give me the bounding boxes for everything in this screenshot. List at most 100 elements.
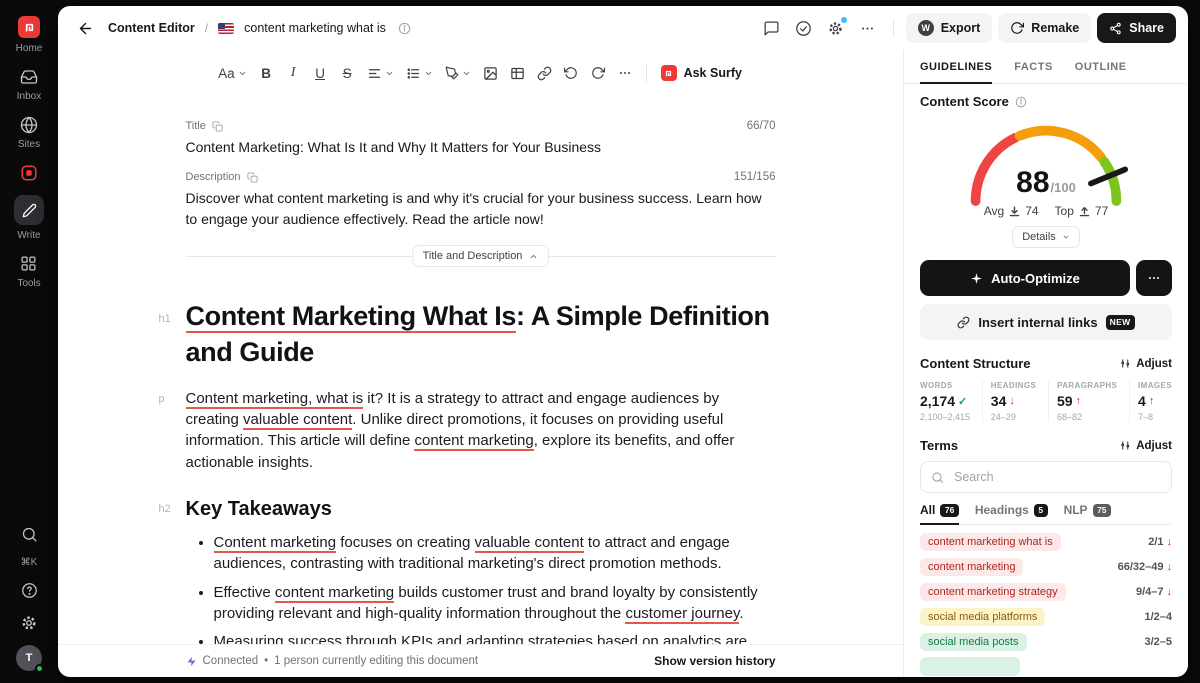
breadcrumb-separator: / — [205, 21, 208, 35]
align-dropdown[interactable] — [362, 60, 399, 86]
highlighted-term: valuable content — [475, 534, 584, 553]
tab-guidelines[interactable]: GUIDELINES — [920, 50, 992, 83]
editor-main: Aa B I U S — [58, 50, 903, 677]
editor-block-h1[interactable]: h1Content Marketing What Is: A Simple De… — [186, 299, 776, 371]
sidebar-item-write[interactable]: Write — [14, 195, 44, 241]
strikethrough-button[interactable]: S — [335, 60, 360, 86]
collapse-title-description-button[interactable]: Title and Description — [412, 245, 550, 267]
remake-button[interactable]: Remake — [998, 13, 1091, 43]
details-button[interactable]: Details — [1012, 226, 1080, 248]
image-icon — [483, 66, 498, 81]
term-row[interactable]: social media posts3/2–5 — [920, 629, 1172, 654]
settings-gear-icon[interactable] — [20, 613, 39, 632]
align-left-icon — [367, 66, 382, 81]
footer-bullet: • — [264, 655, 268, 667]
command-k-shortcut[interactable]: ⌘K — [21, 557, 38, 568]
ask-surfy-button[interactable]: Ask Surfy — [655, 65, 748, 81]
tab-facts[interactable]: FACTS — [1014, 50, 1053, 83]
more-icon[interactable] — [855, 15, 881, 41]
stat-value: 59↑ — [1057, 393, 1117, 409]
term-tab-all[interactable]: All 76 — [920, 503, 959, 524]
meta-description-text[interactable]: Discover what content marketing is and w… — [186, 188, 776, 230]
help-icon[interactable] — [20, 581, 39, 600]
copy-icon[interactable] — [212, 121, 223, 132]
term-pill[interactable]: content marketing strategy — [920, 583, 1066, 601]
info-icon[interactable] — [1015, 96, 1027, 108]
editor-scroll-area[interactable]: Title 66/70 Content Marketing: What Is I… — [58, 96, 903, 644]
sidebar-item-tools[interactable]: Tools — [17, 254, 40, 289]
term-tab-count: 75 — [1093, 504, 1111, 517]
sidebar-item-inbox[interactable]: Inbox — [17, 67, 41, 102]
editor-block-p[interactable]: pContent marketing, what is it? It is a … — [186, 388, 776, 473]
top-label: Top — [1055, 204, 1074, 218]
structure-adjust-button[interactable]: Adjust — [1120, 358, 1172, 370]
link-icon — [537, 66, 552, 81]
font-style-dropdown[interactable]: Aa — [213, 60, 252, 86]
document-body: Title 66/70 Content Marketing: What Is I… — [186, 96, 776, 644]
breadcrumb-app[interactable]: Content Editor — [108, 21, 195, 35]
comments-icon[interactable] — [759, 15, 785, 41]
term-tab-nlp[interactable]: NLP 75 — [1064, 503, 1111, 524]
term-row[interactable] — [920, 654, 1172, 677]
title-field-label: Title — [186, 120, 206, 132]
highlighted-term: Content marketing — [214, 534, 337, 553]
checks-icon[interactable] — [791, 15, 817, 41]
term-tab-headings[interactable]: Headings 5 — [975, 503, 1048, 524]
sidebar-item-label: Inbox — [17, 92, 41, 102]
auto-optimize-label: Auto-Optimize — [991, 271, 1080, 286]
term-tab-label: All — [920, 503, 935, 517]
insert-link-button[interactable] — [532, 60, 557, 86]
term-row[interactable]: social media platforms1/2–4 — [920, 604, 1172, 629]
formatting-toolbar: Aa B I U S — [58, 50, 903, 96]
copy-icon[interactable] — [247, 172, 258, 183]
sidebar-item-red-app[interactable] — [20, 163, 39, 182]
settings-icon[interactable] — [823, 15, 849, 41]
search-icon — [931, 471, 944, 484]
term-rows: content marketing what is2/1↓content mar… — [920, 529, 1172, 677]
stat-label: WORDS — [920, 381, 970, 390]
surfy-logo-icon — [661, 65, 677, 81]
auto-optimize-button[interactable]: Auto-Optimize — [920, 260, 1130, 296]
editor-block-ul[interactable]: Content marketing focuses on creating va… — [186, 532, 776, 644]
insert-table-button[interactable] — [505, 60, 530, 86]
toolbar-more-button[interactable] — [613, 60, 638, 86]
term-pill[interactable]: content marketing what is — [920, 533, 1061, 551]
tab-outline[interactable]: OUTLINE — [1075, 50, 1127, 83]
underline-button[interactable]: U — [308, 60, 333, 86]
highlighted-term: Content marketing, what is — [186, 390, 364, 409]
user-avatar[interactable]: T — [16, 645, 42, 671]
highlighter-dropdown[interactable] — [440, 60, 476, 86]
terms-adjust-button[interactable]: Adjust — [1120, 440, 1172, 452]
description-char-counter: 151/156 — [734, 171, 776, 183]
meta-title-text[interactable]: Content Marketing: What Is It and Why It… — [186, 137, 776, 158]
back-button[interactable] — [72, 15, 98, 41]
sidebar-item-home[interactable]: Home — [16, 16, 43, 54]
info-icon[interactable] — [396, 15, 414, 41]
insert-image-button[interactable] — [478, 60, 503, 86]
editor-block-h2[interactable]: h2Key Takeaways — [186, 498, 776, 521]
show-version-history-link[interactable]: Show version history — [654, 654, 775, 668]
insert-internal-links-button[interactable]: Insert internal links NEW — [920, 304, 1172, 340]
term-row[interactable]: content marketing66/32–49↓ — [920, 554, 1172, 579]
term-pill[interactable]: social media posts — [920, 633, 1027, 651]
term-row[interactable]: content marketing what is2/1↓ — [920, 529, 1172, 554]
search-icon[interactable] — [20, 525, 39, 544]
term-row[interactable]: content marketing strategy9/4–7↓ — [920, 579, 1172, 604]
undo-icon — [564, 66, 578, 80]
undo-button[interactable] — [559, 60, 584, 86]
term-pill[interactable]: content marketing — [920, 558, 1023, 576]
term-pill[interactable] — [920, 657, 1020, 676]
italic-button[interactable]: I — [281, 60, 306, 86]
bold-button[interactable]: B — [254, 60, 279, 86]
insert-links-label: Insert internal links — [978, 315, 1097, 330]
sidebar-item-sites[interactable]: Sites — [18, 115, 40, 150]
redo-button[interactable] — [586, 60, 611, 86]
term-pill[interactable]: social media platforms — [920, 608, 1045, 626]
list-dropdown[interactable] — [401, 60, 438, 86]
export-button[interactable]: W Export — [906, 13, 993, 43]
document-title[interactable]: content marketing what is — [244, 21, 386, 35]
share-button[interactable]: Share — [1097, 13, 1176, 43]
more-icon — [1147, 271, 1161, 285]
terms-search-input[interactable] — [952, 469, 1161, 485]
optimize-more-button[interactable] — [1136, 260, 1172, 296]
